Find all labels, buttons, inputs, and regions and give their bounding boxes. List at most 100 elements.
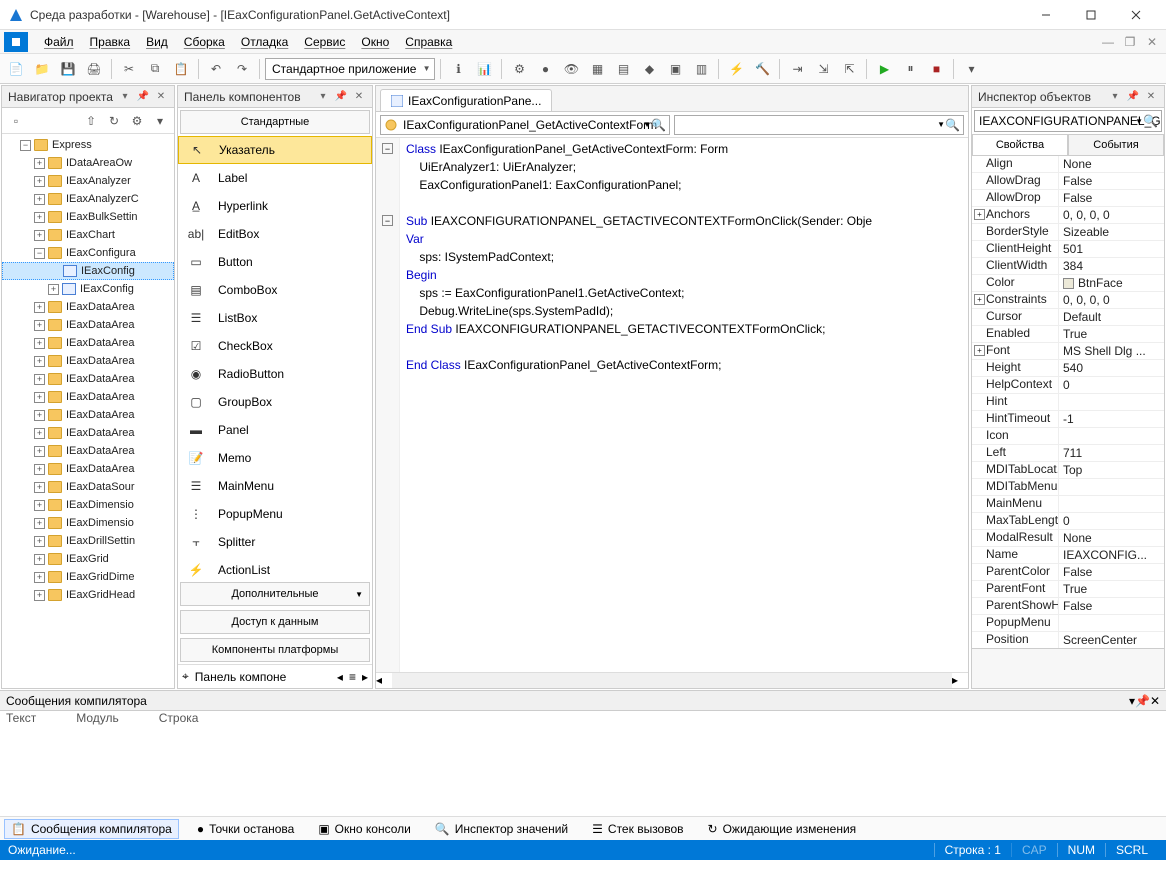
tree-item[interactable]: +IEaxDataArea: [2, 334, 174, 352]
property-value[interactable]: True: [1058, 581, 1164, 597]
nav-tb-up[interactable]: ⇧: [80, 110, 102, 132]
component-item-button[interactable]: ▭Button: [178, 248, 372, 276]
property-row[interactable]: Hint: [972, 394, 1164, 411]
maximize-button[interactable]: [1068, 1, 1113, 29]
expand-button[interactable]: +: [34, 572, 45, 583]
nav-options-button[interactable]: ▾: [118, 90, 132, 104]
property-row[interactable]: MDITabMenu: [972, 479, 1164, 496]
property-row[interactable]: ParentFontTrue: [972, 581, 1164, 598]
expand-button[interactable]: +: [34, 374, 45, 385]
tb-assembly[interactable]: ▥: [689, 57, 713, 81]
stop-button[interactable]: ■: [924, 57, 948, 81]
scroll-right[interactable]: ▸: [952, 673, 968, 688]
component-item-radiobutton[interactable]: ◉RadioButton: [178, 360, 372, 388]
property-row[interactable]: AllowDragFalse: [972, 173, 1164, 190]
close-button[interactable]: [1113, 1, 1158, 29]
tree-item[interactable]: +IEaxGridHead: [2, 586, 174, 604]
tree-item[interactable]: +IEaxDataArea: [2, 370, 174, 388]
property-row[interactable]: MaxTabLength0: [972, 513, 1164, 530]
comp-nav-prev[interactable]: ◂: [337, 670, 343, 684]
config-combo[interactable]: Стандартное приложение: [265, 58, 435, 80]
col-line[interactable]: Строка: [159, 711, 199, 731]
property-row[interactable]: FontMS Shell Dlg ...: [972, 343, 1164, 360]
mdi-restore-button[interactable]: ❐: [1120, 33, 1140, 51]
copy-button[interactable]: ⧉: [143, 57, 167, 81]
tb-watch[interactable]: 👁: [559, 57, 583, 81]
property-value[interactable]: ScreenCenter: [1058, 632, 1164, 648]
property-value[interactable]: 0: [1058, 377, 1164, 393]
expand-button[interactable]: +: [34, 338, 45, 349]
property-row[interactable]: ClientWidth384: [972, 258, 1164, 275]
property-grid[interactable]: AlignNoneAllowDragFalseAllowDropFalseAnc…: [972, 156, 1164, 648]
tree-item[interactable]: +IEaxDataArea: [2, 442, 174, 460]
print-button[interactable]: 🖨: [82, 57, 106, 81]
property-value[interactable]: 384: [1058, 258, 1164, 274]
tb-breakpoint[interactable]: ●: [533, 57, 557, 81]
expand-button[interactable]: +: [48, 284, 59, 295]
property-row[interactable]: HintTimeout-1: [972, 411, 1164, 428]
nav-tb-filter[interactable]: ▾: [149, 110, 171, 132]
property-row[interactable]: CursorDefault: [972, 309, 1164, 326]
components-category-extra[interactable]: Дополнительные: [180, 582, 370, 606]
run-button[interactable]: ▶: [872, 57, 896, 81]
property-row[interactable]: AllowDropFalse: [972, 190, 1164, 207]
menu-правка[interactable]: Правка: [82, 32, 139, 52]
component-item-mainmenu[interactable]: ☰MainMenu: [178, 472, 372, 500]
expand-button[interactable]: +: [34, 428, 45, 439]
tb-info[interactable]: ℹ: [446, 57, 470, 81]
component-item-memo[interactable]: 📝Memo: [178, 444, 372, 472]
col-module[interactable]: Модуль: [76, 711, 119, 731]
expand-button[interactable]: +: [34, 410, 45, 421]
property-value[interactable]: -1: [1058, 411, 1164, 427]
redo-button[interactable]: ↷: [230, 57, 254, 81]
property-value[interactable]: 0, 0, 0, 0: [1058, 207, 1164, 223]
property-value[interactable]: BtnFace: [1058, 275, 1164, 291]
components-category-data[interactable]: Доступ к данным: [180, 610, 370, 634]
nav-close-button[interactable]: ✕: [154, 90, 168, 104]
tree-item[interactable]: +IEaxDataArea: [2, 424, 174, 442]
property-row[interactable]: EnabledTrue: [972, 326, 1164, 343]
tb-step-out[interactable]: ⇱: [837, 57, 861, 81]
expand-button[interactable]: +: [34, 554, 45, 565]
paste-button[interactable]: 📋: [169, 57, 193, 81]
horizontal-scrollbar[interactable]: [392, 673, 952, 688]
property-row[interactable]: Height540: [972, 360, 1164, 377]
pause-button[interactable]: ⏸: [898, 57, 922, 81]
property-value[interactable]: [1058, 428, 1164, 444]
undo-button[interactable]: ↶: [204, 57, 228, 81]
property-row[interactable]: Anchors0, 0, 0, 0: [972, 207, 1164, 224]
property-value[interactable]: True: [1058, 326, 1164, 342]
tree-item[interactable]: +IEaxDimensio: [2, 496, 174, 514]
msg-pin-button[interactable]: 📌: [1135, 694, 1150, 708]
tree-item[interactable]: +IEaxGrid: [2, 550, 174, 568]
expand-button[interactable]: +: [34, 320, 45, 331]
property-value[interactable]: 501: [1058, 241, 1164, 257]
app-menu-button[interactable]: [4, 32, 28, 52]
property-value[interactable]: False: [1058, 190, 1164, 206]
tb-step-over[interactable]: ⇲: [811, 57, 835, 81]
component-item-hyperlink[interactable]: A̲Hyperlink: [178, 192, 372, 220]
property-value[interactable]: Sizeable: [1058, 224, 1164, 240]
tree-item[interactable]: +IEaxAnalyzer: [2, 172, 174, 190]
expand-button[interactable]: +: [34, 212, 45, 223]
tree-item[interactable]: +IEaxDataArea: [2, 298, 174, 316]
component-item-popupmenu[interactable]: ⋮PopupMenu: [178, 500, 372, 528]
fold-button[interactable]: −: [382, 143, 393, 154]
code-editor[interactable]: − − Class IEaxConfigurationPanel_GetActi…: [376, 138, 968, 672]
editor-class-combo[interactable]: IEaxConfigurationPanel_GetActiveContextF…: [380, 115, 670, 135]
expand-button[interactable]: +: [34, 536, 45, 547]
property-row[interactable]: NameIEAXCONFIG...: [972, 547, 1164, 564]
tb-chart[interactable]: 📊: [472, 57, 496, 81]
expand-button[interactable]: +: [34, 464, 45, 475]
expand-button[interactable]: +: [34, 518, 45, 529]
expand-button[interactable]: +: [34, 590, 45, 601]
editor-tab-active[interactable]: IEaxConfigurationPane...: [380, 89, 552, 111]
comp-options-button[interactable]: ▾: [316, 90, 330, 104]
insp-options-button[interactable]: ▾: [1108, 90, 1122, 104]
menu-справка[interactable]: Справка: [397, 32, 460, 52]
nav-tb-props[interactable]: ⚙: [126, 110, 148, 132]
tree-item[interactable]: +IEaxBulkSettin: [2, 208, 174, 226]
open-button[interactable]: 📁: [30, 57, 54, 81]
component-item-указатель[interactable]: ↖Указатель: [178, 136, 372, 164]
expand-button[interactable]: +: [34, 356, 45, 367]
